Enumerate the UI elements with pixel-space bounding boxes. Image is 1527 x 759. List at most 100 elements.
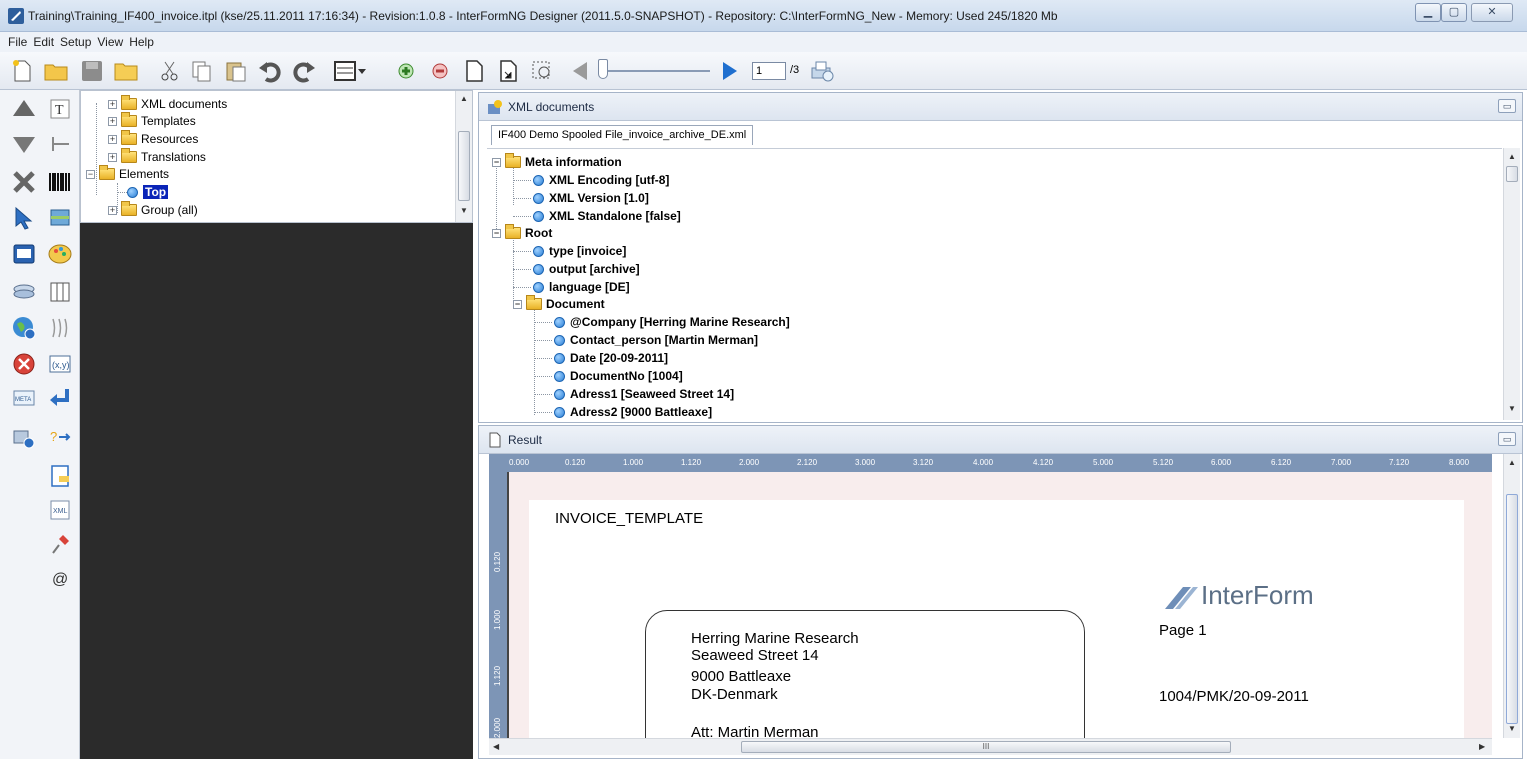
open-folder-icon[interactable] <box>42 57 70 85</box>
scroll-right-icon[interactable]: ▶ <box>1479 742 1485 751</box>
move-up-icon[interactable] <box>10 95 38 123</box>
xml-panel-restore-icon[interactable]: ▭ <box>1498 99 1516 113</box>
layout-dropdown-icon[interactable] <box>330 57 370 85</box>
stop-icon[interactable] <box>10 350 38 378</box>
meta-icon[interactable]: META <box>10 384 38 412</box>
xml-node-root[interactable]: − Root <box>492 224 552 242</box>
xml-icon[interactable]: XML <box>46 496 74 524</box>
xml-node-adress2[interactable]: Adress2 [9000 Battleaxe] <box>554 403 712 420</box>
tree-item-elements[interactable]: − Elements <box>86 165 169 183</box>
page-view-icon[interactable] <box>460 57 488 85</box>
condition-icon[interactable]: ? <box>46 424 74 452</box>
xml-node-contact-person[interactable]: Contact_person [Martin Merman] <box>554 331 758 349</box>
xml-node-output[interactable]: output [archive] <box>533 260 640 278</box>
tree-item-translations[interactable]: + Translations <box>108 148 206 166</box>
xml-node-adress1[interactable]: Adress1 [Seaweed Street 14] <box>554 385 734 403</box>
tree-item-xml-documents[interactable]: + XML documents <box>108 95 227 113</box>
select-pointer-icon[interactable] <box>10 204 38 232</box>
xml-node-language[interactable]: language [DE] <box>533 278 630 296</box>
undo-icon[interactable] <box>256 57 284 85</box>
scroll-up-icon[interactable]: ▲ <box>1508 458 1516 467</box>
text-tool-icon[interactable]: T <box>46 95 74 123</box>
xml-scrollbar[interactable]: ▲ ▼ <box>1503 148 1520 420</box>
result-panel-restore-icon[interactable]: ▭ <box>1498 432 1516 446</box>
menu-file[interactable]: File <box>8 35 27 49</box>
page-number-label[interactable]: Page 1 <box>1159 622 1207 639</box>
xml-node-xml-version[interactable]: XML Version [1.0] <box>533 189 649 207</box>
scroll-down-icon[interactable]: ▼ <box>1508 404 1516 413</box>
scroll-down-icon[interactable]: ▼ <box>460 206 468 215</box>
xml-node-documentno[interactable]: DocumentNo [1004] <box>554 367 683 385</box>
next-page-icon[interactable] <box>716 57 744 85</box>
result-hscroll-thumb[interactable]: III <box>741 741 1231 753</box>
expand-icon[interactable]: + <box>108 134 117 144</box>
cut-icon[interactable] <box>156 57 184 85</box>
menu-help[interactable]: Help <box>129 35 154 49</box>
xml-node-xml-encoding[interactable]: XML Encoding [utf-8] <box>533 171 669 189</box>
xml-scroll-thumb[interactable] <box>1506 166 1518 182</box>
tree-scrollbar[interactable]: ▲ ▼ <box>455 91 472 222</box>
server-icon[interactable] <box>10 424 38 452</box>
tree-item-templates[interactable]: + Templates <box>108 112 196 130</box>
collapse-icon[interactable]: − <box>86 169 95 179</box>
invoice-template-title[interactable]: INVOICE_TEMPLATE <box>555 510 703 527</box>
maximize-button[interactable]: ▢ <box>1441 3 1467 22</box>
result-vertical-scrollbar[interactable]: ▲ ▼ <box>1503 454 1520 738</box>
zoom-slider-thumb[interactable] <box>598 59 608 79</box>
line-tool-icon[interactable] <box>46 130 74 158</box>
scroll-up-icon[interactable]: ▲ <box>1508 152 1516 161</box>
zoom-in-icon[interactable] <box>392 57 420 85</box>
copy-icon[interactable] <box>188 57 216 85</box>
page-canvas[interactable]: INVOICE_TEMPLATE Herring Marine Research… <box>507 472 1492 740</box>
xy-position-icon[interactable]: (x,y) <box>46 350 74 378</box>
address-line[interactable]: 9000 Battleaxe <box>691 668 791 685</box>
address-line[interactable]: Herring Marine Research <box>691 630 859 647</box>
expand-icon[interactable]: + <box>108 99 117 109</box>
collapse-icon[interactable]: − <box>513 299 522 309</box>
scroll-down-icon[interactable]: ▼ <box>1508 724 1516 733</box>
zoom-out-icon[interactable] <box>426 57 454 85</box>
menu-edit[interactable]: Edit <box>33 35 54 49</box>
xml-node-company[interactable]: @Company [Herring Marine Research] <box>554 313 790 331</box>
minimize-button[interactable]: ▁ <box>1415 3 1441 22</box>
interform-logo[interactable]: InterForm <box>1163 580 1314 611</box>
address-line[interactable]: DK-Denmark <box>691 686 778 703</box>
frame-icon[interactable] <box>10 240 38 268</box>
xml-node-document[interactable]: − Document <box>513 295 605 313</box>
address-line[interactable]: Seaweed Street 14 <box>691 647 819 664</box>
redo-icon[interactable] <box>290 57 318 85</box>
box-tool-icon[interactable] <box>46 204 74 232</box>
tree-item-group-all[interactable]: + Group (all) <box>108 201 198 219</box>
pin-icon[interactable] <box>46 530 74 558</box>
tree-item-resources[interactable]: + Resources <box>108 130 198 148</box>
previous-page-icon[interactable] <box>566 57 594 85</box>
move-down-icon[interactable] <box>10 130 38 158</box>
zoom-slider-track[interactable] <box>600 70 710 72</box>
menu-setup[interactable]: Setup <box>60 35 91 49</box>
collapse-icon[interactable]: − <box>492 157 501 167</box>
invoice-page[interactable]: INVOICE_TEMPLATE Herring Marine Research… <box>529 500 1464 740</box>
xml-node-date[interactable]: Date [20-09-2011] <box>554 349 668 367</box>
return-arrow-icon[interactable] <box>46 384 74 412</box>
expand-icon[interactable]: + <box>108 205 117 215</box>
fit-page-icon[interactable] <box>494 57 522 85</box>
zoom-selection-icon[interactable] <box>528 57 556 85</box>
new-file-icon[interactable] <box>8 57 36 85</box>
barcode-icon[interactable] <box>46 168 74 196</box>
palette-color-icon[interactable] <box>46 240 74 268</box>
close-button[interactable]: ✕ <box>1471 3 1513 22</box>
result-scroll-thumb[interactable] <box>1506 494 1518 724</box>
scroll-up-icon[interactable]: ▲ <box>460 94 468 103</box>
menu-view[interactable]: View <box>97 35 123 49</box>
document-reference[interactable]: 1004/PMK/20-09-2011 <box>1159 688 1309 705</box>
delete-icon[interactable] <box>10 168 38 196</box>
paste-icon[interactable] <box>222 57 250 85</box>
print-preview-icon[interactable] <box>808 57 836 85</box>
folder-icon[interactable] <box>112 57 140 85</box>
collapse-icon[interactable]: − <box>492 228 501 238</box>
xml-file-tab[interactable]: IF400 Demo Spooled File_invoice_archive_… <box>491 125 754 145</box>
insert-page-icon[interactable] <box>46 462 74 490</box>
tree-item-top[interactable]: Top <box>127 183 169 201</box>
wave-icon[interactable] <box>46 314 74 342</box>
result-horizontal-scrollbar[interactable]: ◀ III ▶ <box>489 738 1492 755</box>
